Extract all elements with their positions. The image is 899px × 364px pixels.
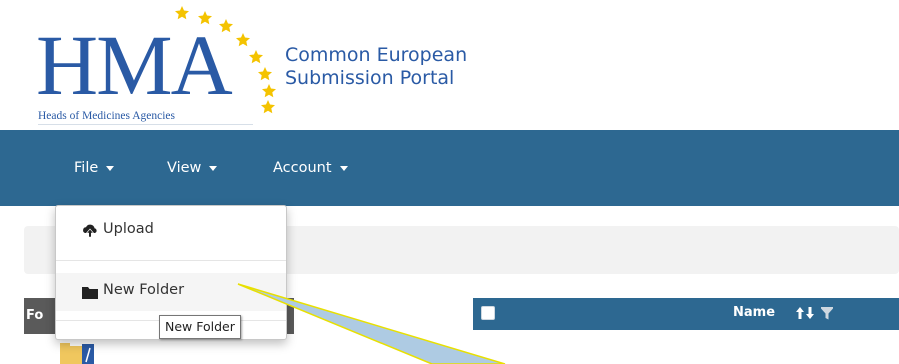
menu-item-new-folder-label: New Folder — [103, 282, 185, 298]
folder-icon — [60, 343, 94, 364]
caret-down-icon — [106, 165, 115, 171]
folder-icon — [82, 287, 98, 299]
menu-divider — [56, 260, 286, 261]
new-folder-tooltip: New Folder — [159, 315, 241, 339]
logo-acronym: HMA — [36, 17, 233, 113]
logo-org-name: Heads of Medicines Agencies — [38, 110, 176, 122]
main-navbar: File View Account — [0, 130, 899, 206]
menu-item-upload[interactable]: Upload — [56, 212, 286, 250]
nav-view-label: View — [167, 160, 202, 176]
caret-down-icon — [339, 165, 348, 171]
select-all-checkbox[interactable] — [481, 306, 495, 320]
cloud-upload-icon — [83, 224, 97, 238]
portal-title-line2: Submission Portal — [285, 67, 455, 89]
portal-title: Common European Submission Portal — [285, 44, 467, 90]
nav-view-menu[interactable]: View — [167, 158, 218, 178]
name-column-header[interactable]: Name — [733, 305, 775, 320]
nav-account-label: Account — [273, 160, 332, 176]
folder-tree-header-label: Fo — [26, 308, 44, 323]
menu-item-new-folder[interactable]: New Folder — [56, 273, 286, 311]
portal-title-line1: Common European — [285, 44, 468, 66]
caret-down-icon — [209, 165, 218, 171]
menu-item-upload-label: Upload — [103, 221, 154, 237]
logo-underline — [38, 124, 253, 125]
sort-icon[interactable] — [795, 305, 817, 321]
file-table-header: Name — [473, 298, 899, 330]
nav-file-menu[interactable]: File — [74, 158, 115, 178]
hma-logo: HMA Heads of Medicines Agencies Common E… — [0, 0, 560, 128]
nav-file-label: File — [74, 160, 99, 176]
filter-icon[interactable] — [821, 306, 833, 320]
nav-account-menu[interactable]: Account — [273, 158, 348, 178]
